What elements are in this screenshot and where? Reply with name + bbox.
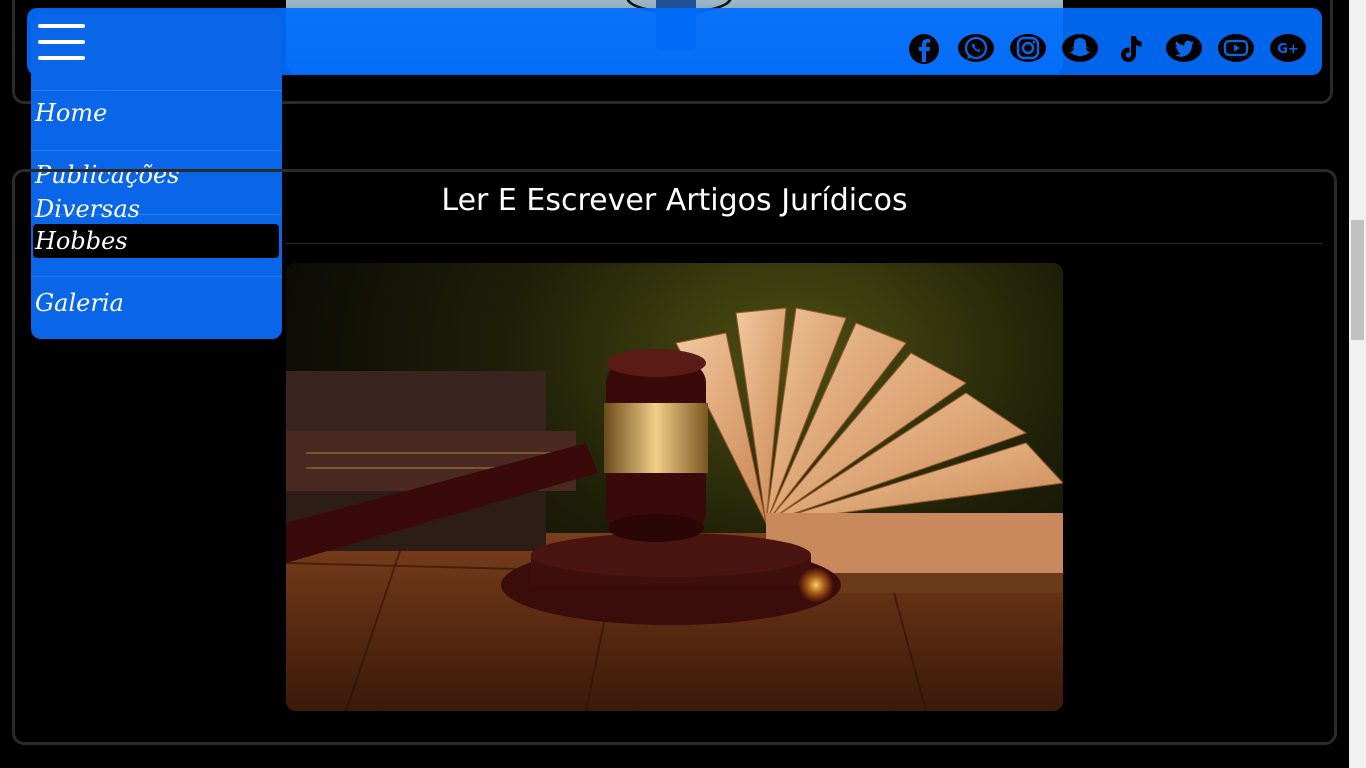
facebook-icon[interactable] — [903, 32, 945, 66]
google-plus-icon[interactable]: G+ — [1267, 32, 1309, 66]
youtube-icon[interactable] — [1215, 32, 1257, 66]
menu-item-home[interactable]: Home — [33, 96, 279, 130]
article-title[interactable]: Ler E Escrever Artigos Jurídicos — [286, 183, 1063, 218]
scrollbar-thumb[interactable] — [1351, 220, 1364, 340]
whatsapp-icon[interactable] — [955, 32, 997, 66]
title-divider — [286, 243, 1322, 244]
social-links: G+ — [903, 32, 1309, 66]
hamburger-menu-icon[interactable] — [38, 22, 85, 62]
article-image[interactable] — [286, 263, 1063, 711]
page: G+ Home Publicações Diversas Hobbes Gale… — [0, 0, 1366, 768]
page-scrollbar[interactable] — [1349, 0, 1366, 768]
instagram-icon[interactable] — [1007, 32, 1049, 66]
twitter-icon[interactable] — [1163, 32, 1205, 66]
snapchat-icon[interactable] — [1059, 32, 1101, 66]
tiktok-icon[interactable] — [1111, 32, 1153, 66]
svg-text:G+: G+ — [1277, 42, 1299, 57]
